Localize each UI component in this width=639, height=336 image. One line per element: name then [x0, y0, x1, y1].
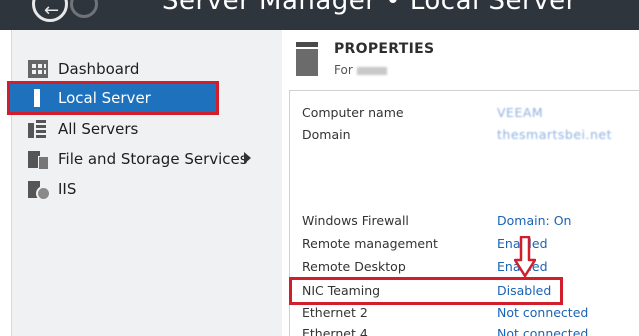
- sidebar: Dashboard Local Server All Servers File …: [0, 30, 260, 336]
- row-label-ethernet-2: Ethernet 2: [302, 305, 368, 320]
- properties-icon: [296, 42, 318, 76]
- sidebar-item-label: File and Storage Services: [58, 150, 248, 168]
- sidebar-item-dashboard[interactable]: Dashboard: [12, 54, 260, 84]
- sidebar-item-all-servers[interactable]: All Servers: [12, 114, 260, 144]
- row-label-domain: Domain: [302, 127, 351, 142]
- sidebar-item-iis[interactable]: IIS: [12, 174, 260, 204]
- dashboard-icon: [28, 60, 48, 78]
- redacted-server-name: [356, 66, 387, 75]
- down-arrow-annotation-icon: [514, 236, 536, 278]
- back-button[interactable]: ←: [32, 0, 68, 22]
- file-storage-icon: [28, 150, 49, 170]
- row-label-remote-management: Remote management: [302, 236, 438, 251]
- row-label-remote-desktop: Remote Desktop: [302, 259, 406, 274]
- all-servers-icon: [28, 120, 48, 138]
- properties-for-label: For: [334, 63, 353, 77]
- row-label-windows-firewall: Windows Firewall: [302, 213, 409, 228]
- sidebar-item-label: Local Server: [58, 89, 151, 107]
- content-gutter: [260, 30, 282, 336]
- sidebar-item-local-server[interactable]: Local Server: [7, 81, 219, 115]
- forward-button[interactable]: [70, 0, 98, 18]
- local-server-icon: [28, 89, 48, 107]
- sidebar-item-label: Dashboard: [58, 60, 140, 78]
- row-value-windows-firewall[interactable]: Domain: On: [497, 213, 571, 228]
- chevron-right-icon[interactable]: [244, 152, 251, 164]
- row-label-ethernet-4: Ethernet 4: [302, 326, 368, 336]
- properties-subtitle: For: [334, 63, 387, 77]
- iis-icon: [28, 180, 51, 201]
- window-title: Server Manager • Local Server: [162, 0, 577, 16]
- row-label-computer-name: Computer name: [302, 105, 404, 120]
- title-bar: ← Server Manager • Local Server: [0, 0, 639, 30]
- sidebar-edge: [0, 30, 12, 336]
- sidebar-item-label: IIS: [58, 180, 77, 198]
- row-value-computer-name[interactable]: VEEAM: [497, 105, 543, 120]
- row-value-ethernet-4[interactable]: Not connected: [497, 326, 588, 336]
- row-value-domain[interactable]: thesmartsbei.net: [497, 127, 612, 142]
- sidebar-item-file-storage[interactable]: File and Storage Services: [12, 144, 260, 174]
- row-value-ethernet-2[interactable]: Not connected: [497, 305, 588, 320]
- properties-title: PROPERTIES: [334, 41, 435, 57]
- back-arrow-icon: ←: [44, 0, 60, 21]
- sidebar-item-label: All Servers: [58, 120, 139, 138]
- nic-teaming-highlight: [289, 277, 563, 305]
